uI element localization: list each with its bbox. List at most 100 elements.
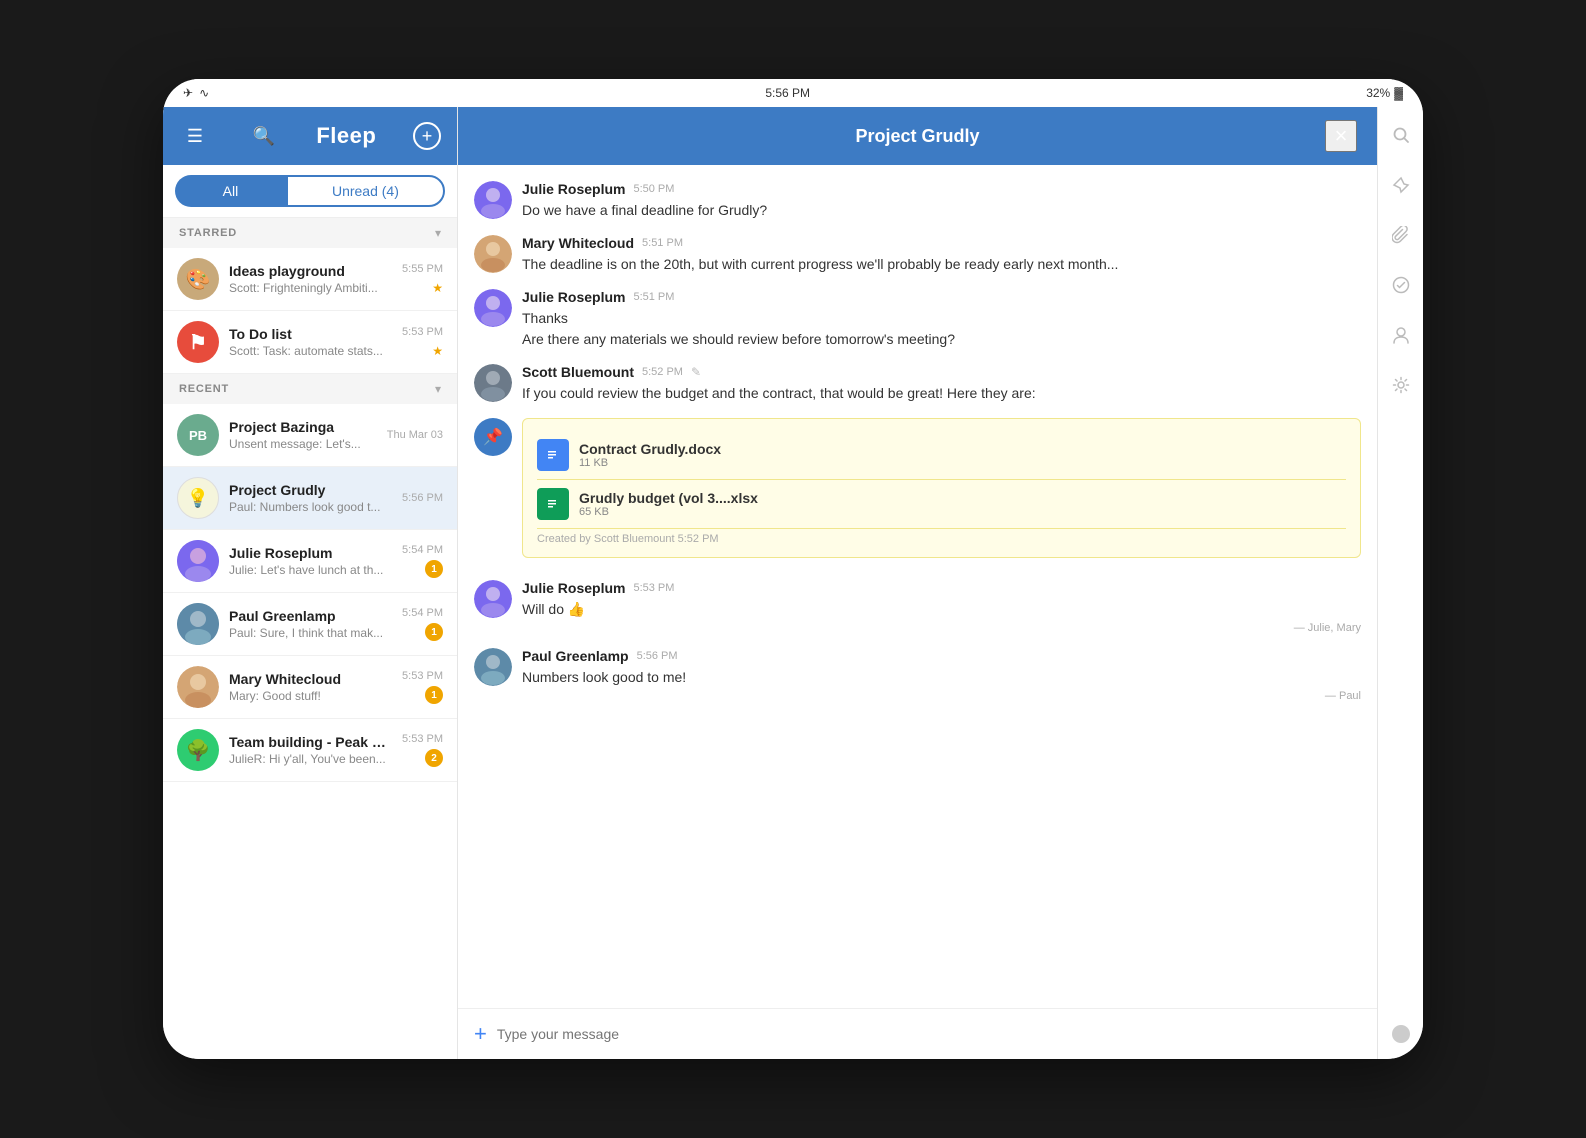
message: Mary Whitecloud 5:51 PM The deadline is … <box>474 235 1361 275</box>
conv-time: 5:53 PM <box>402 733 443 745</box>
unread-badge: 1 <box>425 623 443 641</box>
status-bar-left: ✈ ∿ <box>183 86 209 100</box>
recent-chevron-icon[interactable]: ▾ <box>435 382 441 396</box>
attachment-icon[interactable] <box>1385 219 1417 251</box>
plus-icon: + <box>422 126 433 147</box>
list-item[interactable]: Julie Roseplum Julie: Let's have lunch a… <box>163 530 457 593</box>
avatar <box>474 235 512 273</box>
message-content: Mary Whitecloud 5:51 PM The deadline is … <box>522 235 1361 275</box>
conv-meta: 5:53 PM 1 <box>402 670 443 704</box>
conv-preview: Mary: Good stuff! <box>229 689 394 703</box>
file-message: 📌 <box>474 418 1361 566</box>
message-text: Will do 👍 <box>522 599 1361 620</box>
file-attachment-card: Contract Grudly.docx 11 KB <box>522 418 1361 558</box>
avatar <box>474 289 512 327</box>
star-icon: ★ <box>432 281 443 295</box>
filter-all-button[interactable]: All <box>175 175 286 207</box>
file-name: Contract Grudly.docx <box>579 441 1346 457</box>
starred-chevron-icon[interactable]: ▾ <box>435 226 441 240</box>
sidebar-header: ☰ 🔍 Fleep + <box>163 107 457 165</box>
bot-avatar: 📌 <box>474 418 512 456</box>
conv-meta: Thu Mar 03 <box>387 429 443 441</box>
settings-icon[interactable] <box>1385 369 1417 401</box>
search-icon[interactable] <box>1385 119 1417 151</box>
message-text-2: Are there any materials we should review… <box>522 329 1361 350</box>
read-receipt: — Paul <box>522 690 1361 702</box>
avatar: 🎨 <box>177 258 219 300</box>
user-avatar-svg <box>177 666 219 708</box>
avatar <box>177 540 219 582</box>
sidebar: ☰ 🔍 Fleep + All Unread (4) STARRED ▾ � <box>163 107 458 1059</box>
attach-button[interactable]: + <box>474 1021 487 1047</box>
message-sender: Julie Roseplum <box>522 580 625 596</box>
list-item[interactable]: 🌳 Team building - Peak District JulieR: … <box>163 719 457 782</box>
chat-input-area: + <box>458 1008 1377 1059</box>
message-time: 5:51 PM <box>642 237 683 249</box>
conv-info: Team building - Peak District JulieR: Hi… <box>229 734 394 766</box>
message-time: 5:53 PM <box>633 582 674 594</box>
conv-name: Ideas playground <box>229 263 394 279</box>
list-item[interactable]: 🎨 Ideas playground Scott: Frighteningly … <box>163 248 457 311</box>
recent-section-title: RECENT <box>179 383 229 395</box>
file-item[interactable]: Contract Grudly.docx 11 KB <box>537 431 1346 480</box>
conv-info: Ideas playground Scott: Frighteningly Am… <box>229 263 394 295</box>
filter-unread-button[interactable]: Unread (4) <box>286 175 445 207</box>
members-icon[interactable] <box>1385 319 1417 351</box>
message-input[interactable] <box>497 1026 1361 1042</box>
message-content: Paul Greenlamp 5:56 PM Numbers look good… <box>522 648 1361 702</box>
status-bar: ✈ ∿ 5:56 PM 32% ▓ <box>163 79 1423 107</box>
conv-name: Mary Whitecloud <box>229 671 394 687</box>
status-bar-right: 32% ▓ <box>1366 86 1403 100</box>
file-size: 11 KB <box>579 457 1346 469</box>
conv-meta: 5:54 PM 1 <box>402 607 443 641</box>
list-item[interactable]: Mary Whitecloud Mary: Good stuff! 5:53 P… <box>163 656 457 719</box>
message-sender: Mary Whitecloud <box>522 235 634 251</box>
avatar <box>474 181 512 219</box>
avatar <box>474 648 512 686</box>
conv-name: Julie Roseplum <box>229 545 394 561</box>
conv-meta: 5:55 PM ★ <box>402 263 443 295</box>
starred-section-header: STARRED ▾ <box>163 218 457 248</box>
battery-percent: 32% <box>1366 86 1390 100</box>
avatar: PB <box>177 414 219 456</box>
list-item[interactable]: 💡 Project Grudly Paul: Numbers look good… <box>163 467 457 530</box>
conv-info: Paul Greenlamp Paul: Sure, I think that … <box>229 608 394 640</box>
file-card-container: Contract Grudly.docx 11 KB <box>522 418 1361 566</box>
pin-icon[interactable] <box>1385 169 1417 201</box>
conv-info: Project Bazinga Unsent message: Let's... <box>229 419 379 451</box>
pin-bot-icon: 📌 <box>483 427 503 447</box>
conv-time: 5:54 PM <box>402 607 443 619</box>
starred-section-title: STARRED <box>179 227 237 239</box>
conv-info: Mary Whitecloud Mary: Good stuff! <box>229 671 394 703</box>
list-item[interactable]: Paul Greenlamp Paul: Sure, I think that … <box>163 593 457 656</box>
xlsx-icon <box>537 488 569 520</box>
conv-meta: 5:54 PM 1 <box>402 544 443 578</box>
search-sidebar-icon[interactable]: 🔍 <box>248 126 280 147</box>
edit-icon[interactable]: ✎ <box>691 365 701 379</box>
app-container: ☰ 🔍 Fleep + All Unread (4) STARRED ▾ � <box>163 107 1423 1059</box>
unread-badge: 2 <box>425 749 443 767</box>
close-chat-button[interactable]: × <box>1325 120 1357 152</box>
message-content: Julie Roseplum 5:53 PM Will do 👍 — Julie… <box>522 580 1361 634</box>
file-item[interactable]: Grudly budget (vol 3....xlsx 65 KB <box>537 480 1346 529</box>
user-avatar-svg <box>177 540 219 582</box>
chat-header: Project Grudly × <box>458 107 1377 165</box>
file-info: Grudly budget (vol 3....xlsx 65 KB <box>579 490 1346 518</box>
message-time: 5:52 PM <box>642 366 683 378</box>
menu-icon[interactable]: ☰ <box>179 126 211 147</box>
message: Scott Bluemount 5:52 PM ✎ If you could r… <box>474 364 1361 404</box>
conv-name: Project Grudly <box>229 482 394 498</box>
chat-messages: Julie Roseplum 5:50 PM Do we have a fina… <box>458 165 1377 1008</box>
airplane-icon: ✈ <box>183 86 193 100</box>
avatar: 🌳 <box>177 729 219 771</box>
add-conversation-button[interactable]: + <box>413 122 441 150</box>
message-text: Thanks <box>522 308 1361 329</box>
list-item[interactable]: ⚑ To Do list Scott: Task: automate stats… <box>163 311 457 374</box>
file-created-by: Created by Scott Bluemount 5:52 PM <box>537 529 1346 545</box>
user-avatar-svg <box>177 603 219 645</box>
list-item[interactable]: PB Project Bazinga Unsent message: Let's… <box>163 404 457 467</box>
task-icon[interactable] <box>1385 269 1417 301</box>
message: Julie Roseplum 5:51 PM Thanks Are there … <box>474 289 1361 350</box>
conv-time: 5:53 PM <box>402 326 443 338</box>
file-name: Grudly budget (vol 3....xlsx <box>579 490 1346 506</box>
